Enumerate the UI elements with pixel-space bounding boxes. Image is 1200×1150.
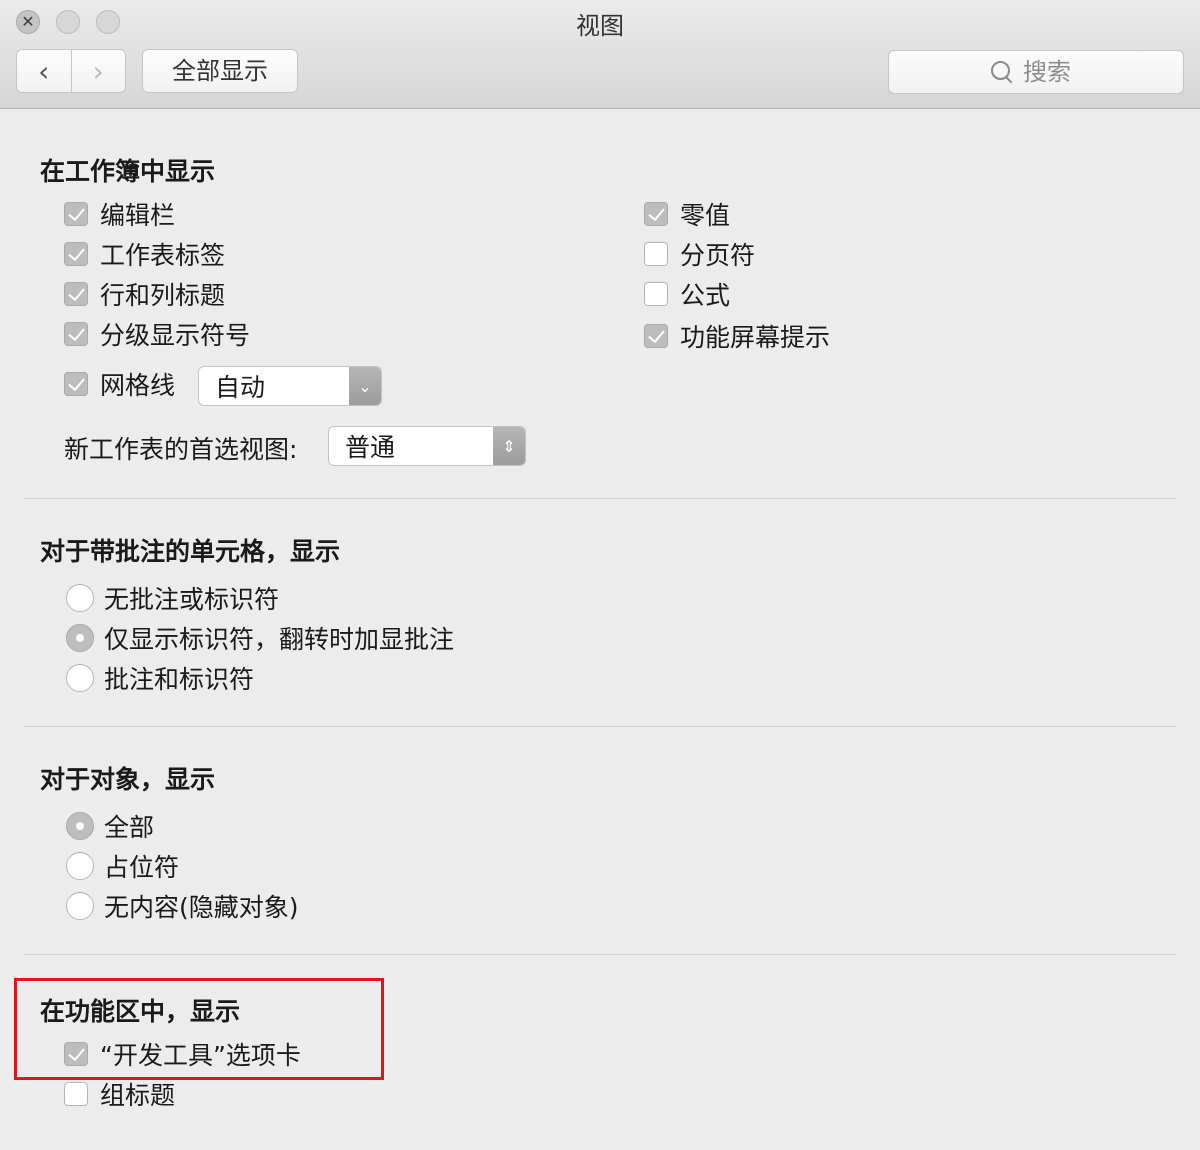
radio-mark[interactable]	[66, 852, 94, 880]
toolbar: ✕ 视图 ‹ › 全部显示	[0, 0, 1200, 109]
checkbox-screen-tips[interactable]: 功能屏幕提示	[644, 320, 830, 352]
checkbox-mark[interactable]	[64, 202, 88, 226]
checkbox-label: 零值	[680, 201, 731, 230]
checkbox-zero-values[interactable]: 零值	[644, 198, 730, 230]
checkbox-mark[interactable]	[644, 324, 668, 348]
preferences-window: ✕ 视图 ‹ › 全部显示 在工作簿中显示 编辑栏 工作表标签 行和列标题 分级…	[0, 0, 1200, 1150]
radio-mark[interactable]	[66, 584, 94, 612]
checkbox-label: 功能屏幕提示	[680, 323, 831, 352]
checkbox-label: 工作表标签	[100, 241, 226, 270]
back-button[interactable]: ‹	[17, 50, 71, 92]
checkbox-outline-symbols[interactable]: 分级显示符号	[64, 318, 250, 350]
checkbox-sheet-tabs[interactable]: 工作表标签	[64, 238, 225, 270]
radio-mark[interactable]	[66, 624, 94, 652]
comments-section-title: 对于带批注的单元格，显示	[40, 537, 341, 566]
checkbox-page-breaks[interactable]: 分页符	[644, 238, 755, 270]
chevron-left-icon: ‹	[38, 54, 50, 88]
checkbox-mark[interactable]	[64, 372, 88, 396]
checkbox-mark[interactable]	[64, 242, 88, 266]
checkbox-gridlines[interactable]: 网格线	[64, 368, 175, 400]
search-input[interactable]	[1023, 58, 1083, 86]
chevron-updown-icon: ⇕	[493, 427, 525, 465]
checkbox-mark[interactable]	[644, 202, 668, 226]
checkbox-mark[interactable]	[64, 282, 88, 306]
checkbox-mark[interactable]	[64, 322, 88, 346]
checkbox-formulas[interactable]: 公式	[644, 278, 730, 310]
objects-section-title: 对于对象，显示	[40, 765, 216, 794]
radio-label: 占位符	[104, 853, 180, 882]
radio-objects-placeholders[interactable]: 占位符	[66, 850, 179, 882]
select-value: 普通	[345, 433, 396, 462]
chevron-down-icon: ⌄	[349, 367, 381, 405]
checkbox-label: 分级显示符号	[100, 321, 251, 350]
search-icon	[989, 59, 1015, 85]
radio-mark[interactable]	[66, 664, 94, 692]
checkbox-group-titles[interactable]: 组标题	[64, 1078, 175, 1110]
checkbox-label: 组标题	[100, 1081, 176, 1110]
show-all-button[interactable]: 全部显示	[142, 49, 298, 93]
radio-objects-hidden[interactable]: 无内容(隐藏对象)	[66, 890, 299, 922]
checkbox-mark[interactable]	[64, 1082, 88, 1106]
radio-label: 仅显示标识符，翻转时加显批注	[104, 625, 455, 654]
checkbox-label: 网格线	[100, 371, 176, 400]
checkbox-row-column-headings[interactable]: 行和列标题	[64, 278, 225, 310]
checkbox-label: 编辑栏	[100, 201, 176, 230]
workbook-section-title: 在工作簿中显示	[40, 157, 216, 186]
checkbox-label: 行和列标题	[100, 281, 226, 310]
select-value: 自动	[215, 373, 266, 402]
chevron-right-icon: ›	[92, 54, 104, 88]
radio-mark[interactable]	[66, 892, 94, 920]
checkbox-formula-bar[interactable]: 编辑栏	[64, 198, 175, 230]
red-highlight-box	[14, 978, 384, 1080]
checkbox-mark[interactable]	[644, 242, 668, 266]
preferred-view-label: 新工作表的首选视图:	[64, 435, 298, 464]
checkbox-label: 公式	[680, 281, 731, 310]
radio-label: 无批注或标识符	[104, 585, 280, 614]
radio-indicators-only[interactable]: 仅显示标识符，翻转时加显批注	[66, 622, 454, 654]
radio-mark[interactable]	[66, 812, 94, 840]
preferred-view-select[interactable]: 普通 ⇕	[328, 426, 526, 466]
navigation-buttons: ‹ ›	[16, 49, 126, 93]
radio-label: 无内容(隐藏对象)	[104, 893, 299, 922]
radio-no-comments[interactable]: 无批注或标识符	[66, 582, 279, 614]
checkbox-mark[interactable]	[644, 282, 668, 306]
window-title: 视图	[576, 12, 624, 40]
radio-label: 全部	[104, 813, 155, 842]
radio-objects-all[interactable]: 全部	[66, 810, 154, 842]
forward-button[interactable]: ›	[70, 50, 126, 92]
divider	[24, 954, 1176, 955]
divider	[24, 726, 1176, 727]
checkbox-label: 分页符	[680, 241, 756, 270]
gridlines-select[interactable]: 自动 ⌄	[198, 366, 382, 406]
radio-label: 批注和标识符	[104, 665, 255, 694]
radio-comments-and-indicators[interactable]: 批注和标识符	[66, 662, 254, 694]
divider	[24, 498, 1176, 499]
search-field[interactable]	[888, 50, 1184, 94]
